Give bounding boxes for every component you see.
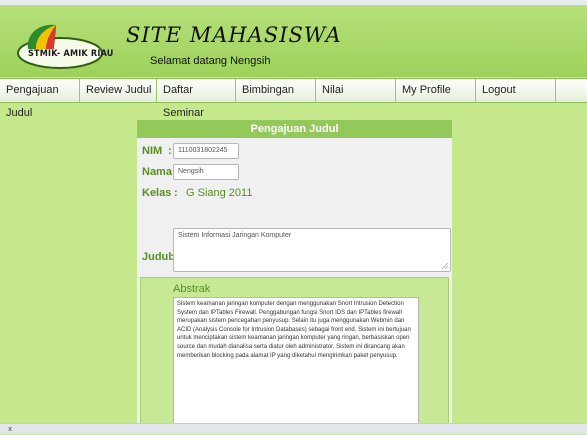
kelas-colon: : xyxy=(174,187,178,199)
abstrak-label: Abstrak xyxy=(173,283,211,295)
nav-review-judul[interactable]: Review Judul xyxy=(80,79,157,102)
status-bar: x xyxy=(0,423,587,434)
nim-label: NIM xyxy=(142,145,163,157)
nav-filler xyxy=(556,79,587,102)
nav-logout[interactable]: Logout xyxy=(476,79,556,102)
kelas-label: Kelas xyxy=(142,187,172,199)
panel-title: Pengajuan Judul xyxy=(137,120,452,138)
judul-text: Sistem Informasi Jaringan Komputer xyxy=(178,232,292,239)
nav-my-profile[interactable]: My Profile xyxy=(396,79,476,102)
site-header: STMIK- AMIK RIAU SITE MAHASISWA Selamat … xyxy=(0,5,587,77)
nim-input[interactable]: 1110031802245 xyxy=(173,143,239,159)
nama-input[interactable]: Nengsih xyxy=(173,164,239,180)
kelas-value: G Siang 2011 xyxy=(186,187,253,199)
main-nav: Pengajuan Judul Review Judul Daftar Semi… xyxy=(0,78,587,119)
abstrak-section: Abstrak Sistem keamanan jaringan kompute… xyxy=(140,277,449,431)
judul-textarea[interactable]: Sistem Informasi Jaringan Komputer xyxy=(173,228,451,272)
pengajuan-judul-panel: Pengajuan Judul NIM : 1110031802245 Nama… xyxy=(137,120,452,431)
stmik-amik-riau-logo xyxy=(17,24,103,69)
nim-colon: : xyxy=(168,145,172,157)
nav-nilai[interactable]: Nilai xyxy=(316,79,396,102)
nama-label: Nama xyxy=(142,166,172,178)
judul-label: Judul xyxy=(142,251,172,263)
welcome-subtitle: Selamat datang Nengsih xyxy=(150,55,271,67)
site-title: SITE MAHASISWA xyxy=(126,23,342,47)
nav-bimbingan[interactable]: Bimbingan xyxy=(236,79,316,102)
nav-pengajuan-judul[interactable]: Pengajuan Judul xyxy=(0,79,80,119)
abstrak-textarea[interactable]: Sistem keamanan jaringan komputer dengan… xyxy=(173,297,419,431)
nav-daftar-seminar[interactable]: Daftar Seminar xyxy=(157,79,236,119)
resize-grip-icon[interactable] xyxy=(442,263,448,269)
logo-text: STMIK- AMIK RIAU xyxy=(28,49,114,59)
